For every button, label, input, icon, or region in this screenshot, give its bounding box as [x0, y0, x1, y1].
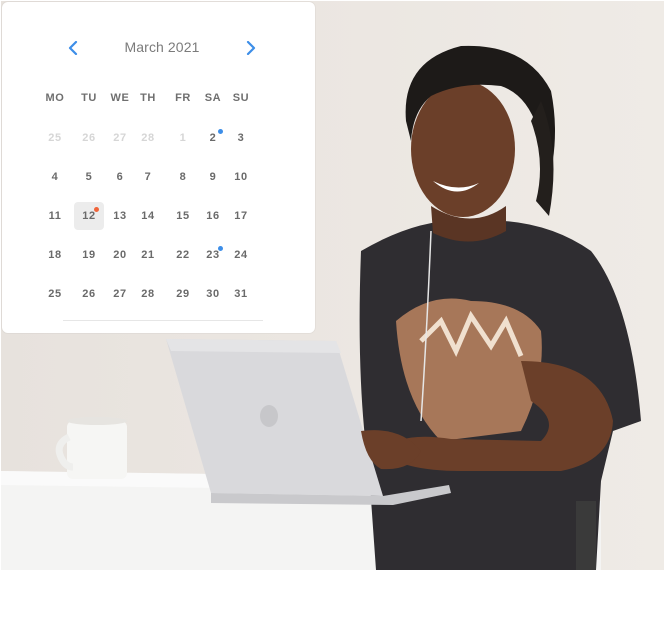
day-number: 15	[176, 210, 190, 222]
calendar-week-row: 25 26 27 28 29 30 31	[2, 280, 315, 304]
calendar-day[interactable]: 31	[226, 280, 256, 308]
day-number: 2	[209, 132, 217, 144]
day-number: 12	[82, 210, 96, 222]
day-number: 23	[206, 249, 220, 261]
calendar-week-row: 4 5 6 7 8 9 10	[2, 163, 315, 187]
day-number: 4	[51, 171, 59, 183]
weekday-label: SU	[232, 92, 250, 104]
day-number: 25	[48, 132, 62, 144]
calendar-day[interactable]: 25	[40, 280, 70, 308]
calendar-day[interactable]: 3	[226, 124, 256, 152]
day-number: 26	[82, 132, 96, 144]
chevron-right-icon	[246, 41, 256, 55]
day-number: 9	[209, 171, 217, 183]
calendar-day[interactable]: 13	[105, 202, 135, 230]
calendar-day[interactable]: 22	[168, 241, 198, 269]
calendar-day[interactable]: 7	[133, 163, 163, 191]
day-number: 19	[82, 249, 96, 261]
day-number: 21	[141, 249, 155, 261]
day-number: 20	[113, 249, 127, 261]
calendar-widget: March 2021 MO TU WE TH FR SA SU 25 26 27 28 1 2 3 4 5 6…	[2, 2, 315, 333]
month-title: March 2021	[124, 39, 200, 55]
day-number: 27	[113, 132, 127, 144]
day-number: 5	[85, 171, 93, 183]
day-number: 14	[141, 210, 155, 222]
calendar-day[interactable]: 28	[133, 124, 163, 152]
calendar-day[interactable]: 19	[74, 241, 104, 269]
day-number: 8	[179, 171, 187, 183]
day-number: 25	[48, 288, 62, 300]
calendar-day[interactable]: 16	[198, 202, 228, 230]
weekday-label: FR	[175, 92, 191, 104]
day-number: 27	[113, 288, 127, 300]
calendar-day[interactable]: 14	[133, 202, 163, 230]
weekday-label: TH	[140, 92, 156, 104]
calendar-day[interactable]: 18	[40, 241, 70, 269]
calendar-day[interactable]: 4	[40, 163, 70, 191]
calendar-day[interactable]: 27	[105, 124, 135, 152]
calendar-day-selected[interactable]: 12	[74, 202, 104, 230]
day-number: 13	[113, 210, 127, 222]
event-indicator-dot	[218, 129, 223, 134]
day-number: 26	[82, 288, 96, 300]
day-number: 16	[206, 210, 220, 222]
calendar-day[interactable]: 5	[74, 163, 104, 191]
calendar-day[interactable]: 2	[198, 124, 228, 152]
calendar-day[interactable]: 8	[168, 163, 198, 191]
calendar-day[interactable]: 17	[226, 202, 256, 230]
day-number: 24	[234, 249, 248, 261]
day-number: 31	[234, 288, 248, 300]
calendar-week-row: 11 12 13 14 15 16 17	[2, 202, 315, 230]
day-number: 11	[48, 210, 62, 222]
day-number: 17	[234, 210, 248, 222]
next-month-button[interactable]	[241, 38, 261, 58]
calendar-day[interactable]: 26	[74, 280, 104, 308]
calendar-day[interactable]: 20	[105, 241, 135, 269]
day-number: 28	[141, 132, 155, 144]
calendar-day[interactable]: 27	[105, 280, 135, 308]
calendar-week-row: 18 19 20 21 22 23 24	[2, 241, 315, 265]
day-number: 3	[237, 132, 245, 144]
weekday-label: TU	[81, 92, 97, 104]
calendar-day[interactable]: 23	[198, 241, 228, 269]
calendar-divider	[63, 320, 263, 321]
calendar-header: March 2021	[2, 38, 315, 58]
calendar-day[interactable]: 30	[198, 280, 228, 308]
day-number: 28	[141, 288, 155, 300]
calendar-day[interactable]: 26	[74, 124, 104, 152]
calendar-day[interactable]: 21	[133, 241, 163, 269]
calendar-day[interactable]: 25	[40, 124, 70, 152]
day-number: 22	[176, 249, 190, 261]
day-number: 18	[48, 249, 62, 261]
calendar-day[interactable]: 11	[40, 202, 70, 230]
day-number: 30	[206, 288, 220, 300]
weekday-label: MO	[45, 92, 65, 104]
calendar-day[interactable]: 9	[198, 163, 228, 191]
prev-month-button[interactable]	[63, 38, 83, 58]
calendar-day[interactable]: 1	[168, 124, 198, 152]
calendar-day[interactable]: 15	[168, 202, 198, 230]
calendar-day[interactable]: 10	[226, 163, 256, 191]
day-number: 10	[234, 171, 248, 183]
calendar-day[interactable]: 28	[133, 280, 163, 308]
day-number: 6	[116, 171, 124, 183]
event-indicator-dot	[94, 207, 99, 212]
weekday-label: WE	[110, 92, 130, 104]
day-number: 29	[176, 288, 190, 300]
day-number: 7	[144, 171, 152, 183]
day-number: 1	[179, 132, 187, 144]
weekday-label: SA	[204, 92, 222, 104]
calendar-day[interactable]: 6	[105, 163, 135, 191]
calendar-week-row: 25 26 27 28 1 2 3	[2, 124, 315, 148]
calendar-day[interactable]: 24	[226, 241, 256, 269]
chevron-left-icon	[68, 41, 78, 55]
event-indicator-dot	[218, 246, 223, 251]
calendar-day[interactable]: 29	[168, 280, 198, 308]
weekday-header-row: MO TU WE TH FR SA SU	[2, 90, 315, 114]
